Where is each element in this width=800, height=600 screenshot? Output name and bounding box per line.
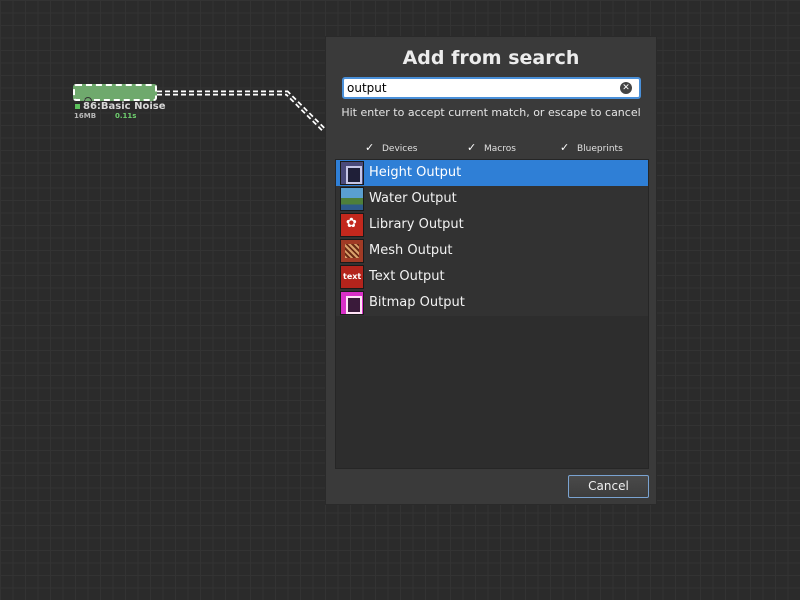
result-item-height-output[interactable]: Height Output [336,160,648,186]
result-label: Mesh Output [369,243,453,258]
result-label: Bitmap Output [369,295,465,310]
checkmark-icon[interactable]: ✓ [467,141,479,154]
library-output-icon [340,213,364,237]
checkmark-icon[interactable]: ✓ [560,141,572,154]
node-title: 86:Basic Noise [83,101,166,112]
checkmark-icon[interactable]: ✓ [365,141,377,154]
node-build-time: 0.11s [115,112,137,120]
result-label: Library Output [369,217,464,232]
node-memory: 16MB [74,112,97,120]
search-input[interactable] [347,80,617,96]
result-item-bitmap-output[interactable]: Bitmap Output [336,290,648,316]
results-list[interactable]: Height Output Water Output Library Outpu… [335,159,649,469]
add-from-search-dialog: Add from search ✕ Hit enter to accept cu… [325,36,657,505]
water-output-icon [340,187,364,211]
filter-blueprints-label: Blueprints [577,144,623,154]
mesh-output-icon [340,239,364,263]
result-item-water-output[interactable]: Water Output [336,186,648,212]
result-label: Height Output [369,165,462,180]
filter-macros-label: Macros [484,144,516,154]
filter-devices[interactable]: ✓ Devices [365,141,417,154]
text-output-icon [340,265,364,289]
search-hint: Hit enter to accept current match, or es… [341,106,641,119]
clear-x-icon[interactable]: ✕ [620,82,632,94]
filter-macros[interactable]: ✓ Macros [467,141,516,154]
result-item-mesh-output[interactable]: Mesh Output [336,238,648,264]
bitmap-output-icon [340,291,364,315]
search-box[interactable]: ✕ [342,77,641,99]
filter-blueprints[interactable]: ✓ Blueprints [560,141,623,154]
filter-devices-label: Devices [382,144,418,154]
cancel-button[interactable]: Cancel [568,475,649,498]
dialog-title: Add from search [402,47,580,69]
result-item-text-output[interactable]: Text Output [336,264,648,290]
result-item-library-output[interactable]: Library Output [336,212,648,238]
result-label: Text Output [369,269,445,284]
height-output-icon [340,161,364,185]
node-status-indicator [74,103,81,110]
result-label: Water Output [369,191,457,206]
